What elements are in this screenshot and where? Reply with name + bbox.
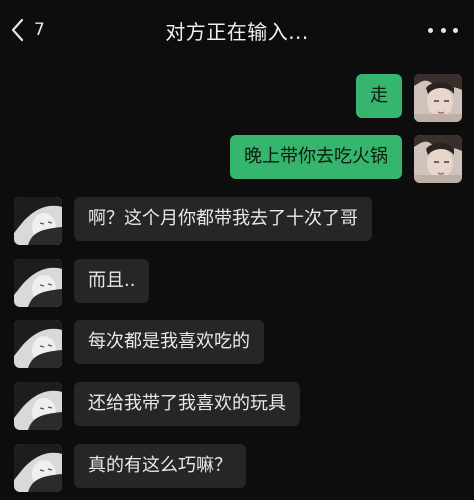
message-row: 晚上带你去吃火锅 (230, 135, 462, 183)
message-row: 啊？这个月你都带我去了十次了哥 (14, 197, 372, 245)
message-bubble-incoming[interactable]: 而且.. (74, 259, 150, 303)
message-bubble-incoming[interactable]: 真的有这么巧嘛？ (74, 444, 246, 488)
more-dots-icon (453, 27, 458, 33)
more-button[interactable] (428, 22, 458, 38)
avatar-contact[interactable] (14, 382, 62, 430)
message-row: 而且.. (14, 259, 150, 307)
message-row: 真的有这么巧嘛？ (14, 444, 246, 492)
message-row: 每次都是我喜欢吃的 (14, 320, 264, 368)
avatar-contact[interactable] (14, 320, 62, 368)
message-row: 走 (356, 74, 462, 122)
message-bubble-incoming[interactable]: 还给我带了我喜欢的玩具 (74, 382, 300, 426)
avatar-self[interactable] (414, 74, 462, 122)
avatar-contact[interactable] (14, 259, 62, 307)
more-dots-icon (440, 27, 446, 33)
avatar-contact[interactable] (14, 444, 62, 492)
message-row: 还给我带了我喜欢的玩具 (14, 382, 300, 430)
more-dots-icon (428, 27, 433, 33)
message-bubble-outgoing[interactable]: 走 (356, 74, 402, 118)
avatar-self[interactable] (414, 135, 462, 183)
message-bubble-incoming[interactable]: 啊？这个月你都带我去了十次了哥 (74, 197, 372, 241)
avatar-contact[interactable] (14, 197, 62, 245)
chat-title: 对方正在输入... (165, 20, 309, 44)
chat-screen: 7 对方正在输入... 走 晚上带你去吃火锅 啊？这个月你都带我去了十次了哥 而… (0, 0, 474, 500)
message-bubble-outgoing[interactable]: 晚上带你去吃火锅 (230, 135, 402, 179)
message-bubble-incoming[interactable]: 每次都是我喜欢吃的 (74, 320, 264, 364)
chat-header: 7 对方正在输入... (0, 0, 474, 60)
